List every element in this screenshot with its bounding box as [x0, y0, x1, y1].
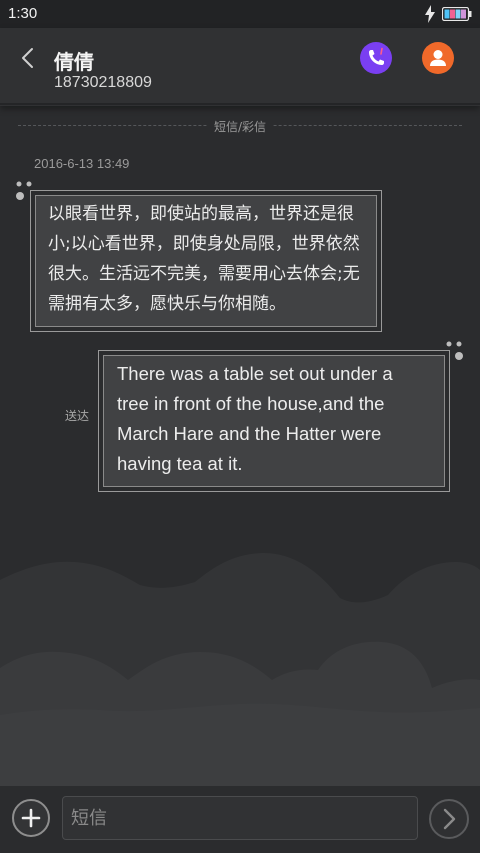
battery-icon — [442, 7, 472, 21]
message-type-label: 短信/彩信 — [207, 120, 273, 134]
plus-icon — [21, 808, 41, 828]
lightning-bolt-icon — [425, 5, 435, 23]
delivery-status: 送达 — [65, 409, 90, 423]
person-icon — [430, 50, 446, 66]
chevron-right-icon — [443, 808, 456, 830]
add-attachment-button[interactable] — [12, 799, 50, 837]
incoming-message-text: 以眼看世界，即使站的最高，世界还是很小;以心看世界，即使身处局限，世界依然很大。… — [48, 204, 360, 314]
outgoing-message-text: There was a table set out under a tree i… — [117, 363, 393, 474]
message-type-divider: 短信/彩信 — [18, 116, 462, 136]
status-time: 1:30 — [8, 5, 38, 22]
conversation-header: 倩倩 18730218809 — [0, 28, 480, 106]
message-timestamp: 2016-6-13 13:49 — [34, 156, 130, 171]
message-input[interactable] — [62, 796, 418, 840]
back-button[interactable] — [14, 44, 42, 72]
status-bar: 1:30 — [0, 0, 480, 28]
contact-name: 倩倩 — [54, 50, 94, 74]
call-button[interactable] — [360, 42, 392, 74]
header-divider — [0, 103, 480, 105]
contact-profile-button[interactable] — [422, 42, 454, 74]
phone-icon — [369, 47, 384, 65]
contact-number: 18730218809 — [54, 74, 152, 91]
message-composer — [0, 786, 480, 853]
cloud-background — [0, 552, 480, 786]
send-button[interactable] — [429, 799, 469, 839]
